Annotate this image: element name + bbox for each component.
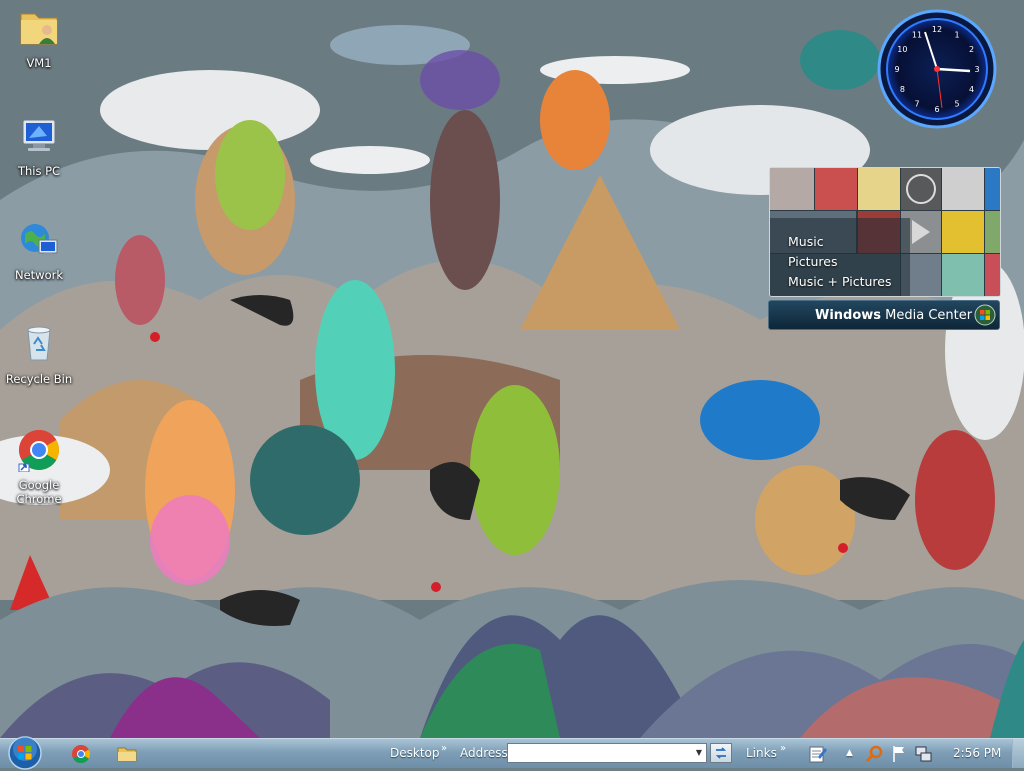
clock-number: 6 bbox=[934, 105, 939, 114]
media-menu: Music Pictures Music + Pictures bbox=[788, 232, 892, 292]
clock-number: 10 bbox=[897, 45, 907, 54]
search-icon[interactable] bbox=[864, 743, 886, 765]
windows-orb-icon bbox=[974, 304, 996, 326]
chrome-icon bbox=[18, 430, 59, 473]
address-go-button[interactable] bbox=[710, 743, 732, 763]
desktop-wallpaper bbox=[0, 0, 1024, 738]
clock-gadget[interactable]: 121234567891011 bbox=[876, 8, 998, 130]
clock-number: 3 bbox=[974, 65, 979, 74]
show-hidden-icons-button[interactable]: ▲ bbox=[846, 748, 853, 758]
computer-icon bbox=[22, 119, 56, 151]
desktop-icon-label: Google Chrome bbox=[16, 478, 62, 506]
taskbar-chrome-icon[interactable] bbox=[70, 743, 92, 765]
desktop-icon-vm1[interactable]: VM1 bbox=[1, 6, 77, 70]
desktop-icon-recycle-bin[interactable]: Recycle Bin bbox=[1, 322, 77, 386]
taskbar: Desktop » Address ▼ Links » ▲ 2:56 PM bbox=[0, 735, 1024, 771]
toolbar-desktop-chevron[interactable]: » bbox=[441, 743, 447, 754]
clock-number: 4 bbox=[969, 85, 974, 94]
network-tray-icon[interactable] bbox=[912, 743, 934, 765]
media-center-brand: Windows Media Center bbox=[815, 308, 972, 323]
brand-bold: Windows bbox=[815, 308, 882, 323]
media-menu-pictures[interactable]: Pictures bbox=[788, 252, 892, 272]
show-desktop-button[interactable] bbox=[1012, 739, 1024, 768]
toolbar-desktop[interactable]: Desktop bbox=[390, 746, 440, 760]
clock-number: 8 bbox=[900, 85, 905, 94]
taskbar-file-explorer-icon[interactable] bbox=[116, 743, 138, 765]
notepad-icon[interactable] bbox=[806, 743, 828, 765]
go-arrow-icon bbox=[715, 747, 727, 759]
toolbar-links-chevron[interactable]: » bbox=[780, 743, 786, 754]
desktop-icon-label: This PC bbox=[17, 164, 61, 178]
media-center-launch-bar[interactable]: Windows Media Center bbox=[768, 300, 1000, 330]
media-center-gadget[interactable]: Music Pictures Music + Pictures Windows … bbox=[768, 166, 1001, 332]
taskbar-clock[interactable]: 2:56 PM bbox=[953, 746, 1001, 760]
address-dropdown-icon[interactable]: ▼ bbox=[692, 745, 706, 761]
start-button[interactable] bbox=[6, 735, 44, 771]
desktop-icon-network[interactable]: Network bbox=[1, 218, 77, 282]
action-center-flag-icon[interactable] bbox=[888, 743, 910, 765]
media-tiles: Music Pictures Music + Pictures bbox=[769, 167, 1001, 297]
desktop-icon-label: VM1 bbox=[26, 56, 52, 70]
brand-rest: Media Center bbox=[881, 308, 973, 323]
media-menu-music[interactable]: Music bbox=[788, 232, 892, 252]
address-input[interactable] bbox=[507, 743, 707, 763]
clock-number: 7 bbox=[914, 100, 919, 109]
clock-number: 9 bbox=[894, 65, 899, 74]
clock-number: 5 bbox=[954, 100, 959, 109]
desktop-icon-this-pc[interactable]: This PC bbox=[1, 114, 77, 178]
clock-number: 11 bbox=[912, 30, 922, 39]
desktop-icon-google-chrome[interactable]: Google Chrome bbox=[1, 428, 77, 506]
clock-number: 12 bbox=[932, 25, 942, 34]
desktop-icon-label: Recycle Bin bbox=[5, 372, 73, 386]
toolbar-links[interactable]: Links bbox=[746, 746, 777, 760]
clock-number: 1 bbox=[954, 30, 959, 39]
recycle-bin-icon bbox=[27, 326, 51, 361]
clock-number: 2 bbox=[969, 45, 974, 54]
toolbar-address-label: Address bbox=[460, 746, 508, 760]
desktop-icon-label: Network bbox=[14, 268, 64, 282]
user-folder-icon bbox=[20, 13, 58, 45]
network-icon bbox=[21, 224, 58, 256]
media-menu-music-pictures[interactable]: Music + Pictures bbox=[788, 272, 892, 292]
